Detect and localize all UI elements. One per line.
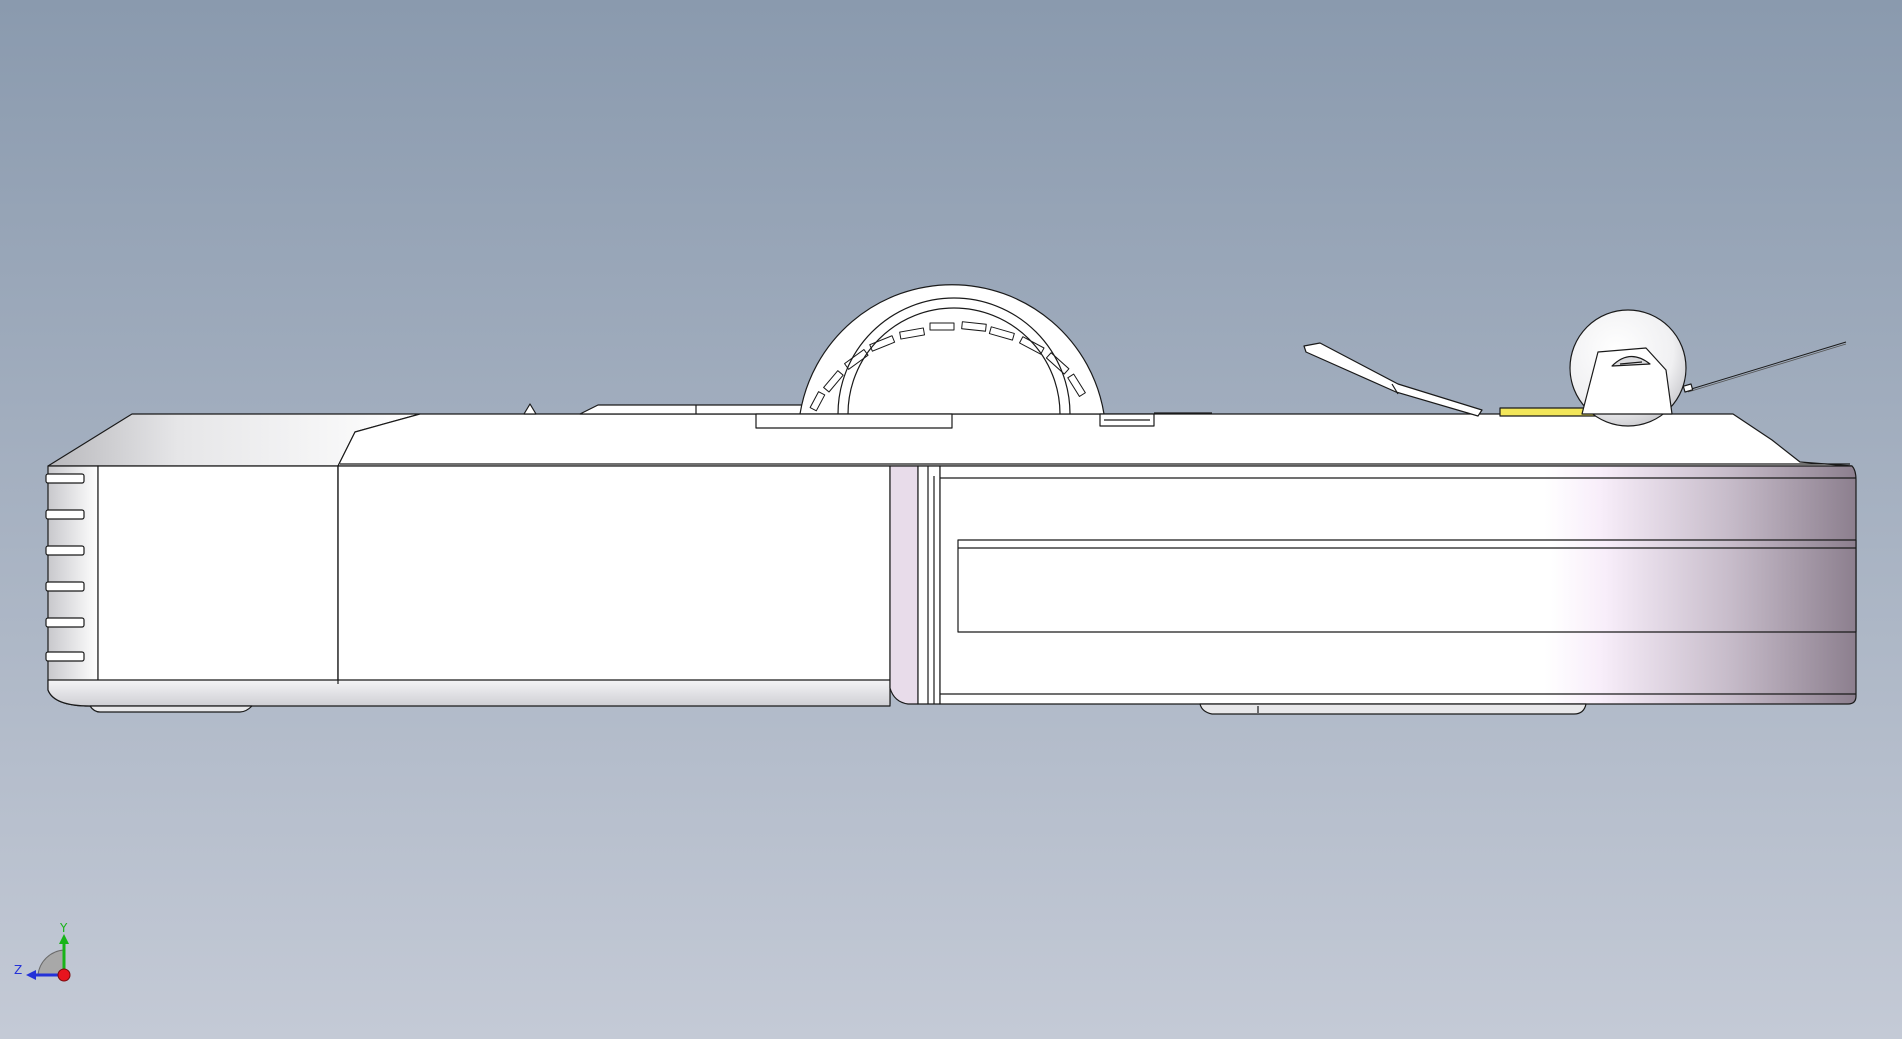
vent-slot <box>45 617 85 628</box>
tread-notch <box>929 322 955 331</box>
model-canvas[interactable]: Y Z <box>0 0 1902 1039</box>
bumper-recess <box>957 539 1857 633</box>
bristle-base <box>1682 383 1694 393</box>
triad-y-label: Y <box>59 921 68 935</box>
vent-slot <box>45 473 85 484</box>
triad-x-axis-dot <box>57 968 71 982</box>
body-bottom-strip-left <box>47 679 891 707</box>
vent-slot <box>45 545 85 556</box>
left-bottom-skid <box>89 705 253 713</box>
wheel-mount <box>755 413 953 429</box>
body-middle-panel <box>337 465 891 705</box>
center-seam <box>889 465 919 705</box>
vent-slot <box>45 581 85 592</box>
center-seam-inner <box>917 465 941 705</box>
triad-z-label: Z <box>14 963 22 977</box>
cad-viewport[interactable]: Y Z <box>0 0 1902 1039</box>
vent-slot <box>45 509 85 520</box>
body-left-panel <box>97 465 347 705</box>
vent-slot <box>45 651 85 662</box>
